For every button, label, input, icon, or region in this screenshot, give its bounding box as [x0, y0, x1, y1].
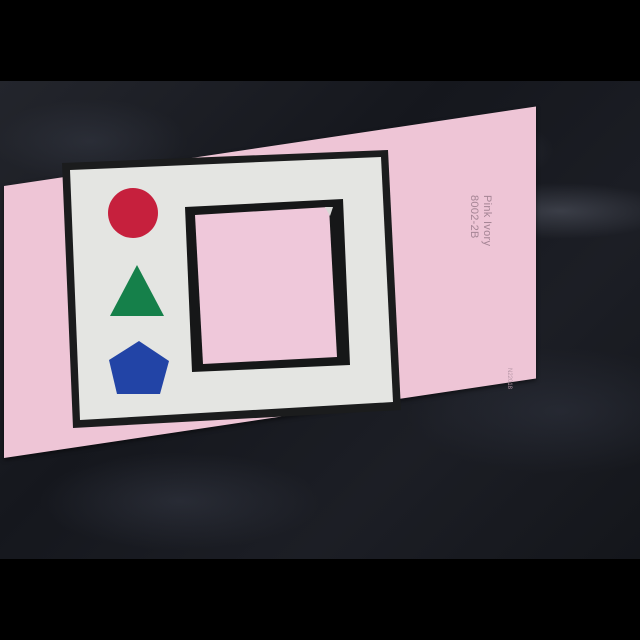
- green-triangle-shape: [110, 265, 164, 316]
- reference-shapes: [108, 188, 169, 394]
- red-circle-shape: [108, 188, 158, 238]
- photo-scene: Pink Ivory 8002-2B N22018: [0, 0, 640, 640]
- blue-pentagon-shape: [109, 341, 169, 394]
